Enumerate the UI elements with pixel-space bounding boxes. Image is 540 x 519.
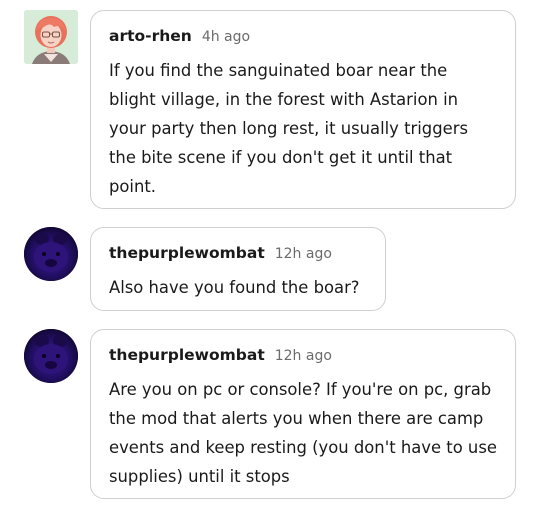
- user-avatar[interactable]: [24, 10, 78, 64]
- username-link[interactable]: thepurplewombat: [109, 346, 265, 364]
- reply-bubble: arto-rhen 4h ago If you find the sanguin…: [90, 10, 516, 209]
- user-avatar[interactable]: [24, 227, 78, 281]
- reply-meta: thepurplewombat 12h ago: [109, 244, 369, 262]
- reply-meta: arto-rhen 4h ago: [109, 27, 499, 45]
- timestamp: 12h ago: [274, 246, 332, 262]
- timestamp: 12h ago: [274, 348, 332, 364]
- reply-bubble: thepurplewombat 12h ago Also have you fo…: [90, 227, 386, 311]
- user-avatar[interactable]: [24, 329, 78, 383]
- reply-bubble: thepurplewombat 12h ago Are you on pc or…: [90, 329, 516, 499]
- reply-text: Also have you found the boar?: [109, 278, 360, 297]
- reply-meta: thepurplewombat 12h ago: [109, 346, 499, 364]
- avatar-illustration-icon: [24, 10, 78, 64]
- reply-text: If you find the sanguinated boar near th…: [109, 61, 468, 196]
- timestamp: 4h ago: [201, 29, 251, 45]
- wombat-avatar-icon: [24, 329, 78, 383]
- wombat-avatar-icon: [24, 227, 78, 281]
- username-link[interactable]: thepurplewombat: [109, 244, 265, 262]
- reply-thread: arto-rhen 4h ago If you find the sanguin…: [0, 0, 540, 519]
- username-link[interactable]: arto-rhen: [109, 27, 192, 45]
- reply-text: Are you on pc or console? If you're on p…: [109, 380, 497, 486]
